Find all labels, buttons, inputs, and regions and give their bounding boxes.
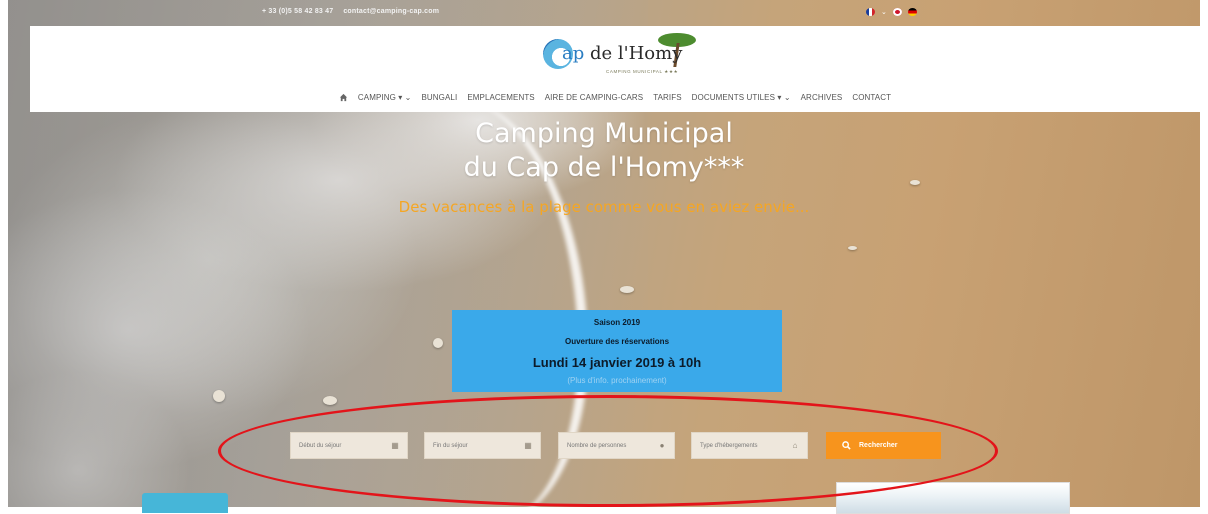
nav-camping[interactable]: CAMPING ▾ ⌄ — [358, 93, 412, 102]
site-logo[interactable]: ap de l'Homy CAMPING MUNICIPAL ★★★ — [540, 31, 700, 77]
pebble — [213, 390, 225, 402]
flag-de-icon[interactable] — [907, 8, 917, 16]
start-date-field[interactable]: Début du séjour ▦ — [290, 432, 408, 459]
bottom-image — [836, 482, 1070, 514]
flag-en-icon[interactable] — [892, 8, 902, 16]
search-button-label: Rechercher — [859, 442, 898, 449]
logo-name: ap de l'Homy — [562, 43, 682, 64]
announcement-subtitle: Ouverture des réservations — [564, 337, 670, 346]
flag-fr-icon[interactable] — [866, 8, 875, 16]
nav-bungali[interactable]: BUNGALI — [421, 93, 457, 102]
pebble — [620, 286, 634, 293]
nav-contact[interactable]: CONTACT — [852, 93, 891, 102]
pebble — [848, 246, 857, 250]
top-bar: + 33 (0)5 58 42 83 47 contact@camping-ca… — [0, 0, 1208, 26]
nav-documents-utiles[interactable]: DOCUMENTS UTILES ▾ ⌄ — [692, 93, 791, 102]
logo-name-prefix: ap — [562, 43, 585, 64]
end-date-field[interactable]: Fin du séjour ▦ — [424, 432, 541, 459]
accommodation-type-placeholder: Type d'hébergements — [700, 442, 758, 449]
user-icon: ● — [659, 441, 665, 450]
start-date-placeholder: Début du séjour — [299, 442, 342, 449]
main-nav: CAMPING ▾ ⌄ BUNGALI EMPLACEMENTS AIRE DE… — [30, 88, 1200, 106]
contact-info: + 33 (0)5 58 42 83 47 contact@camping-ca… — [262, 8, 439, 15]
people-count-field[interactable]: Nombre de personnes ● — [558, 432, 675, 459]
phone-text[interactable]: + 33 (0)5 58 42 83 47 — [262, 8, 333, 15]
search-button[interactable]: Rechercher — [826, 432, 941, 459]
nav-emplacements[interactable]: EMPLACEMENTS — [467, 93, 534, 102]
home-icon: ⌂ — [792, 441, 798, 450]
calendar-icon: ▦ — [391, 441, 399, 450]
hero-tagline: Des vacances à la plage comme vous en av… — [398, 198, 810, 216]
hero-title-line2: du Cap de l'Homy*** — [463, 152, 745, 183]
accommodation-type-field[interactable]: Type d'hébergements ⌂ — [691, 432, 808, 459]
announcement-date: Lundi 14 janvier 2019 à 10h — [532, 355, 702, 370]
nav-aire-camping-cars[interactable]: AIRE DE CAMPING-CARS — [545, 93, 643, 102]
email-text[interactable]: contact@camping-cap.com — [343, 8, 439, 15]
announcement-note: (Plus d'info. prochainement) — [567, 376, 667, 385]
calendar-icon: ▦ — [524, 441, 532, 450]
hero-title-line1: Camping Municipal — [475, 118, 733, 149]
pebble — [323, 396, 337, 405]
end-date-placeholder: Fin du séjour — [433, 442, 468, 449]
home-icon[interactable] — [339, 93, 348, 102]
site-header: ap de l'Homy CAMPING MUNICIPAL ★★★ CAMPI… — [30, 26, 1200, 112]
people-count-placeholder: Nombre de personnes — [567, 442, 627, 449]
nav-tarifs[interactable]: TARIFS — [653, 93, 681, 102]
pebble — [433, 338, 443, 348]
logo-name-rest: de l'Homy — [584, 43, 683, 64]
chevron-down-icon[interactable]: ⌄ — [881, 8, 887, 16]
booking-search-form: Début du séjour ▦ Fin du séjour ▦ Nombre… — [0, 432, 1208, 459]
search-icon — [842, 441, 851, 450]
language-selector: ⌄ — [866, 8, 917, 16]
announcement-season: Saison 2019 — [593, 318, 641, 327]
nav-archives[interactable]: ARCHIVES — [801, 93, 843, 102]
logo-subtitle: CAMPING MUNICIPAL ★★★ — [606, 69, 679, 74]
announcement-box: Saison 2019 Ouverture des réservations L… — [452, 310, 782, 392]
bottom-tab-button[interactable] — [142, 493, 228, 513]
